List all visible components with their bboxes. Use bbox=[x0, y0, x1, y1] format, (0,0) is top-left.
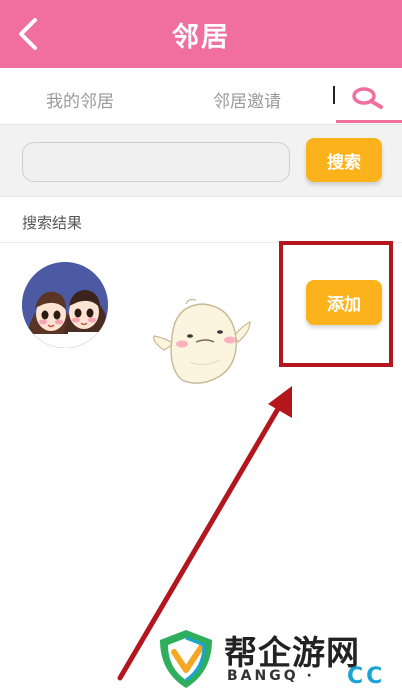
page-title: 邻居 bbox=[172, 22, 230, 53]
header-bar: 邻居 bbox=[0, 0, 402, 68]
add-neighbor-button[interactable]: 添加 bbox=[306, 280, 382, 325]
search-input[interactable] bbox=[22, 142, 290, 182]
tab-search[interactable] bbox=[336, 68, 402, 121]
results-label: 搜索结果 bbox=[22, 214, 83, 232]
search-button[interactable]: 搜索 bbox=[306, 138, 382, 182]
mascot-sticker-illustration bbox=[153, 298, 251, 384]
search-bar: 搜索 bbox=[0, 124, 402, 197]
shield-logo-icon bbox=[160, 630, 212, 688]
page: 邻居 我的邻居 邻居邀请 搜索 搜索结果 添加 帮企游网 BANGQ · CC bbox=[0, 0, 402, 693]
watermark-title: 帮企游网 bbox=[224, 633, 360, 672]
search-icon bbox=[352, 87, 383, 109]
avatar[interactable] bbox=[22, 262, 108, 348]
watermark-subtitle: BANGQ · bbox=[227, 668, 315, 684]
active-tab-indicator bbox=[336, 120, 402, 123]
tab-divider bbox=[333, 86, 335, 104]
results-divider bbox=[0, 242, 402, 243]
tab-my-neighbors[interactable]: 我的邻居 bbox=[46, 87, 114, 112]
watermark-cc: CC bbox=[347, 664, 386, 689]
watermark: 帮企游网 BANGQ · CC bbox=[150, 624, 402, 693]
tab-neighbor-invitations[interactable]: 邻居邀请 bbox=[213, 87, 281, 112]
couple-avatar-illustration bbox=[22, 262, 108, 348]
